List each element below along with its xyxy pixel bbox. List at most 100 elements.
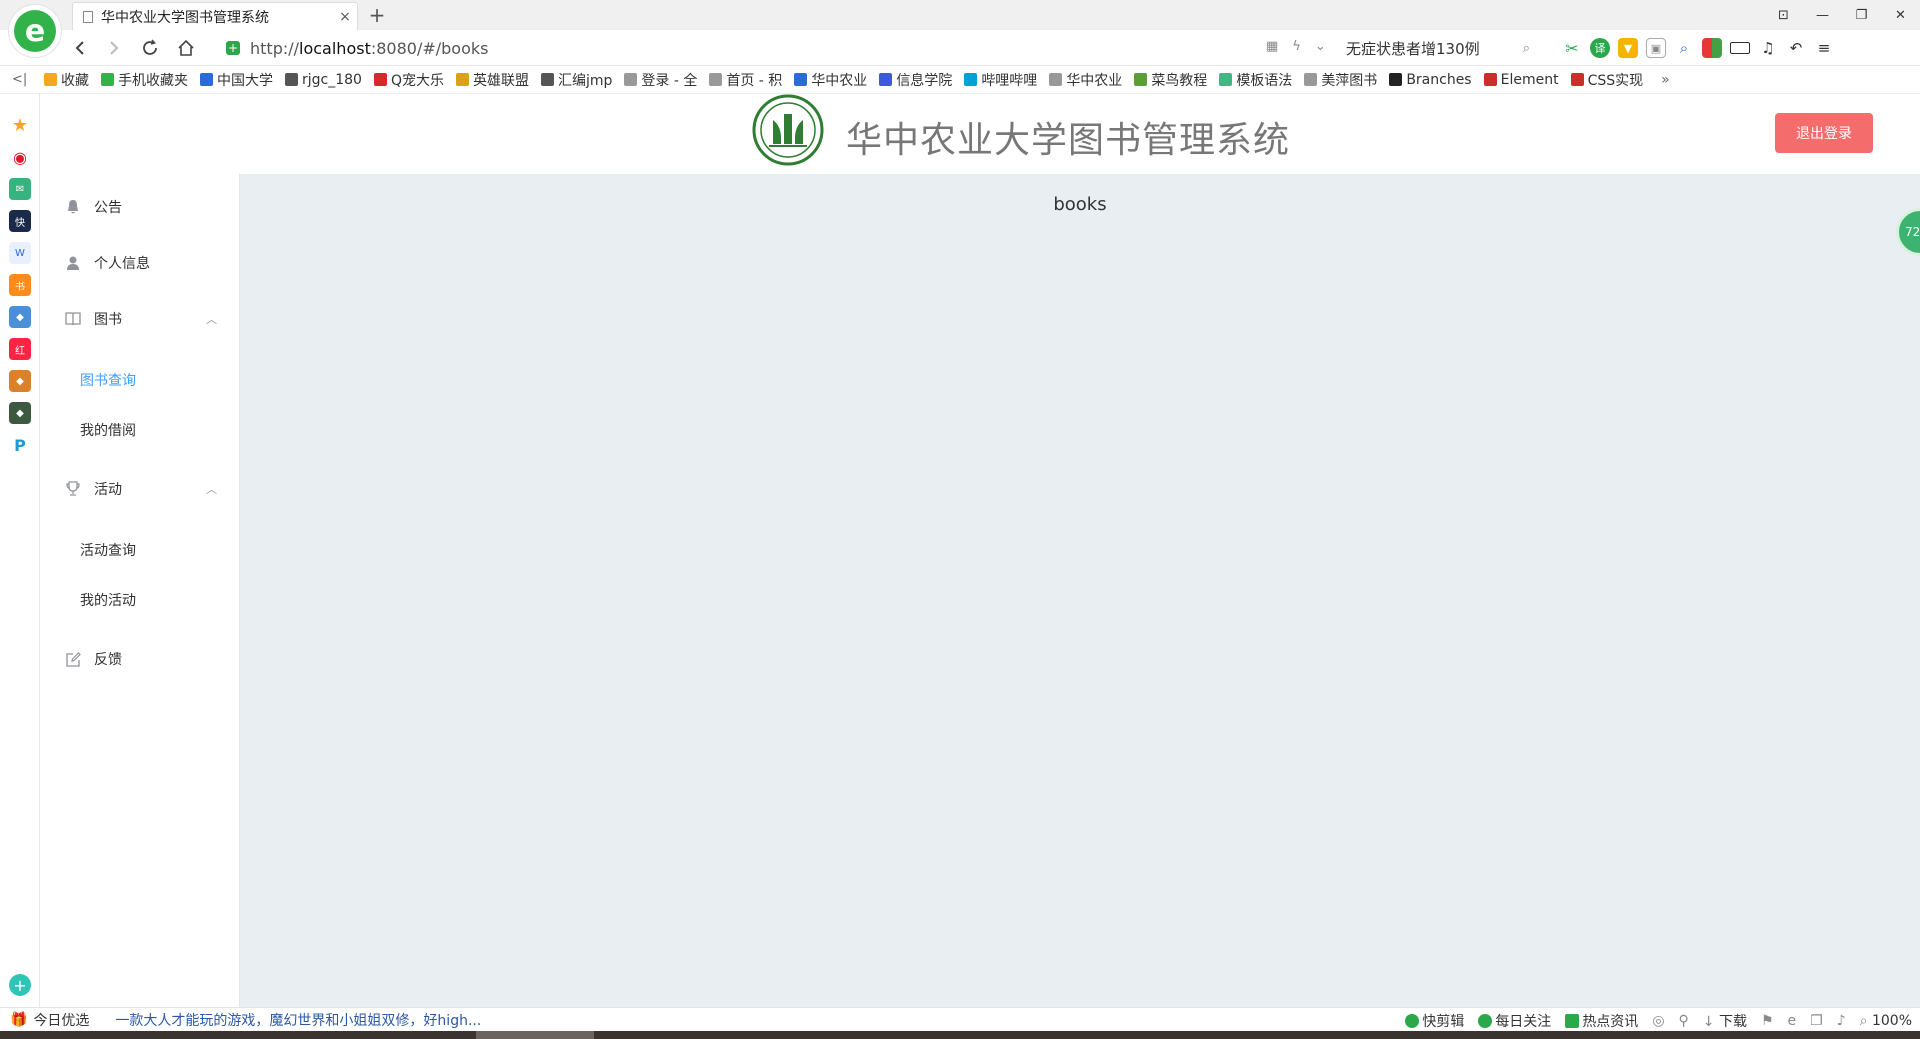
novel-icon[interactable]: 书 [9,274,31,296]
url-field[interactable]: + http://localhost:8080/#/books [226,33,1330,63]
bookmark-item[interactable]: 美萍图书 [1304,70,1377,90]
speed-icon[interactable]: ◎ [1652,1013,1664,1029]
bookmark-item[interactable]: 英雄联盟 [455,70,529,90]
search-icon[interactable]: ⌕ [1523,41,1530,56]
bookmark-item[interactable]: 首页 - 积 [709,70,782,90]
play-icon [1405,1014,1420,1028]
address-bar: + http://localhost:8080/#/books ▦ ϟ ⌄ 无症… [0,30,1920,66]
browser-tab[interactable]: 华中农业大学图书管理系统 × [72,2,358,30]
bookmark-item[interactable]: Q宠大乐 [373,70,444,90]
find-icon[interactable]: ⌕ [1674,38,1694,58]
news-icon[interactable]: 快 [9,210,31,232]
menu-item-feedback[interactable]: 反馈 [40,631,239,687]
tab-close-button[interactable]: × [333,9,357,25]
bookmark-label: 菜鸟教程 [1151,72,1208,89]
minimize-button[interactable]: — [1803,0,1842,30]
apps-icon[interactable] [1702,38,1722,58]
menu-item-announcement[interactable]: 公告 [40,179,239,235]
menu-icon[interactable]: ≡ [1814,38,1834,58]
headphones-icon[interactable]: ♫ [1758,38,1778,58]
add-icon[interactable]: + [9,974,31,996]
game-icon [455,73,469,86]
bookmark-item[interactable]: 汇编jmp [540,70,612,90]
sidebar-toggle-icon[interactable]: <| [12,72,32,87]
mail-icon[interactable]: ✉ [9,178,31,200]
bookmark-item[interactable]: 华中农业 [794,70,867,90]
vue-icon [1219,73,1233,86]
bookmark-label: 模板语法 [1236,72,1293,89]
document-icon[interactable]: W [9,242,31,264]
pixiv-icon[interactable]: P [9,434,31,456]
hot-news-button[interactable]: 热点资讯 [1565,1011,1638,1031]
zoom-control[interactable]: ⌕ 100% [1860,1013,1912,1029]
chevron-down-icon[interactable]: ⌄ [1315,39,1326,54]
quick-edit-button[interactable]: 快剪辑 [1405,1011,1464,1031]
logout-button[interactable]: 退出登录 [1775,113,1873,153]
game-icon[interactable]: ◆ [9,402,31,424]
qr-code-icon[interactable]: ▦ [1266,39,1278,54]
news-ticker-link[interactable]: 一款大人才能玩的游戏，魔幻世界和小姐姐双修，好high... [115,1010,481,1030]
close-window-button[interactable]: ✕ [1881,0,1920,30]
menu-item-books[interactable]: 图书 ︿ [40,291,239,347]
bookmark-item[interactable]: 模板语法 [1219,70,1292,90]
ie-icon[interactable]: e [1788,1013,1797,1029]
favorites-star-icon[interactable]: ★ [9,114,31,136]
xiaohongshu-icon[interactable]: 红 [9,338,31,360]
battery-icon[interactable] [1730,42,1750,54]
skin-button[interactable]: ⊡ [1764,0,1803,30]
bookmark-item[interactable]: 手机收藏夹 [101,70,188,90]
volume-icon[interactable]: ♪ [1837,1013,1846,1029]
bookmark-item[interactable]: Branches [1389,72,1472,88]
star-icon [44,73,57,86]
submenu-item-activity-search[interactable]: 活动查询 [40,525,239,575]
submenu-item-my-borrow[interactable]: 我的借阅 [40,405,239,455]
app-header: 华中农业大学图书管理系统 退出登录 [40,94,1920,174]
chevron-up-icon: ︿ [206,313,217,326]
phone-icon [101,73,114,86]
bookmark-item[interactable]: 登录 - 全 [624,70,697,90]
download-button[interactable]: ↓ 下载 [1703,1011,1747,1031]
bookmark-item[interactable]: 哔哩哔哩 [964,70,1037,90]
translate-icon[interactable]: 译 [1590,38,1610,58]
game-icon[interactable]: ◆ [9,306,31,328]
daily-follow-button[interactable]: 每日关注 [1478,1011,1551,1031]
page-content-text: books [1053,194,1107,215]
submenu-item-book-search[interactable]: 图书查询 [40,355,239,405]
undo-icon[interactable]: ↶ [1786,38,1806,58]
shield-icon[interactable]: ▼ [1618,38,1638,58]
today-picks-link[interactable]: 今日优选 [33,1010,89,1030]
menu-item-profile[interactable]: 个人信息 [40,235,239,291]
home-button[interactable] [174,36,198,60]
reload-button[interactable] [138,36,162,60]
bookmark-item[interactable]: 中国大学 [200,70,273,90]
game-icon[interactable]: ◆ [9,370,31,392]
lightning-icon[interactable]: ϟ [1292,39,1301,54]
code-icon [285,73,298,86]
new-tab-button[interactable]: + [366,4,388,26]
submenu-item-my-activity[interactable]: 我的活动 [40,575,239,625]
forward-button[interactable] [102,36,126,60]
url-actions: ▦ ϟ ⌄ [1266,39,1326,54]
scissors-icon[interactable]: ✂ [1562,38,1582,58]
bookmark-item[interactable]: CSS实现 [1570,70,1644,90]
bookmarks-more-button[interactable]: » [1661,72,1670,88]
bookmark-item[interactable]: 华中农业 [1049,70,1122,90]
weibo-icon[interactable]: ◉ [9,146,31,168]
back-button[interactable] [68,36,92,60]
bookmark-item[interactable]: 收藏 [44,70,89,90]
pin-icon[interactable]: ⚲ [1679,1013,1689,1029]
flag-icon[interactable]: ⚑ [1761,1013,1774,1029]
bookmark-item[interactable]: 信息学院 [879,70,952,90]
url-path: :8080/#/books [370,38,489,58]
bookmark-item[interactable]: Element [1483,72,1559,88]
search-input[interactable]: 无症状患者增130例 ⌕ [1346,34,1536,62]
window-icon[interactable]: ❐ [1810,1013,1823,1029]
screenshot-icon[interactable]: ▣ [1646,38,1666,58]
page-icon [709,73,723,86]
bookmark-label: CSS实现 [1587,72,1644,89]
bookmark-item[interactable]: 菜鸟教程 [1134,70,1207,90]
browser-logo[interactable]: e [8,4,62,58]
menu-item-activity[interactable]: 活动 ︿ [40,461,239,517]
bookmark-item[interactable]: rjgc_180 [285,72,362,88]
restore-button[interactable]: ❐ [1842,0,1881,30]
